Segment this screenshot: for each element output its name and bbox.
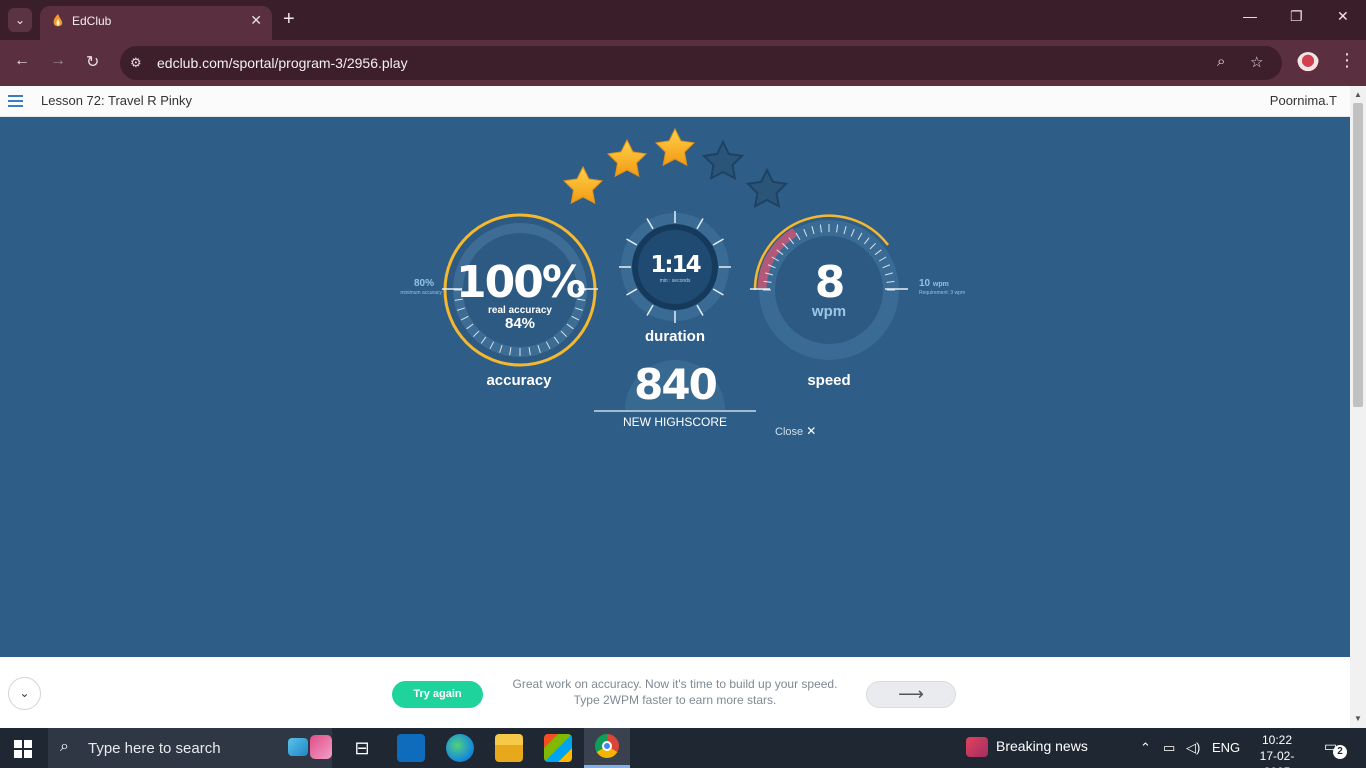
tray-chevron-icon[interactable]: ⌃	[1140, 740, 1151, 756]
language-indicator[interactable]: ENG	[1212, 740, 1240, 755]
forward-icon[interactable]: →	[50, 52, 66, 70]
app-header: Lesson 72: Travel R Pinky Poornima.T	[0, 86, 1350, 117]
store-icon[interactable]	[544, 734, 572, 762]
collapse-chevron-icon[interactable]: ⌄	[8, 677, 41, 710]
min-accuracy-value: 80%	[413, 278, 434, 289]
window-close-icon[interactable]: ✕	[1337, 8, 1349, 25]
news-widget[interactable]: Breaking news	[966, 737, 1088, 757]
reload-icon[interactable]: ↻	[86, 52, 99, 72]
search-icon: ⌕	[60, 738, 69, 755]
star-filled-icon	[655, 128, 695, 166]
chrome-taskbar-button[interactable]	[584, 728, 630, 768]
outlook-icon[interactable]	[397, 734, 425, 762]
volume-icon[interactable]: ◁)	[1186, 740, 1200, 756]
user-name[interactable]: Poornima.T	[1270, 93, 1337, 108]
browser-titlebar: ⌄ EdClub ✕ + — ❐ ✕	[0, 0, 1366, 40]
notification-button[interactable]: ▭ 2	[1324, 738, 1347, 759]
speed-req-value: 10	[919, 278, 931, 289]
notification-count: 2	[1333, 745, 1347, 759]
windows-taskbar: ⌕ Type here to search ⊟ Breaking news ⌃ …	[0, 728, 1366, 768]
scroll-up-icon[interactable]: ▲	[1354, 90, 1362, 99]
speed-req-unit: wpm	[932, 281, 949, 288]
battery-icon[interactable]: ▭	[1163, 740, 1175, 756]
browser-tab[interactable]: EdClub ✕	[40, 6, 272, 40]
feedback-line-1: Great work on accuracy. Now it's time to…	[512, 677, 838, 691]
lesson-footer: ⌄ Try again Great work on accuracy. Now …	[0, 657, 1350, 728]
maximize-icon[interactable]: ❐	[1290, 8, 1303, 25]
accuracy-value: 100%	[456, 257, 586, 308]
star-icon[interactable]: ☆	[1250, 53, 1263, 71]
feedback-line-2: Type 2WPM faster to earn more stars.	[573, 693, 777, 707]
zoom-icon[interactable]: ⌕	[1217, 53, 1225, 70]
duration-label: duration	[645, 328, 705, 345]
page-scrollbar[interactable]: ▲ ▼	[1350, 86, 1366, 728]
profile-avatar[interactable]	[1297, 52, 1319, 74]
star-empty-icon	[747, 169, 787, 208]
edge-icon[interactable]	[446, 734, 474, 762]
edclub-favicon-icon	[53, 14, 63, 27]
speed-label: speed	[807, 372, 851, 389]
accuracy-readout: 100% real accuracy 84%	[455, 257, 586, 332]
taskbar-search[interactable]: ⌕ Type here to search	[48, 728, 332, 768]
site-info-icon[interactable]: ⚙	[130, 55, 146, 71]
speed-requirement: 10 wpm Requirement: 3 wpm	[919, 278, 979, 296]
highscore-label: NEW HIGHSCORE	[622, 415, 727, 429]
score-value: 840	[634, 360, 718, 409]
file-explorer-icon[interactable]	[495, 734, 523, 762]
real-accuracy-value: 84%	[504, 315, 536, 332]
address-bar[interactable]: ⚙ edclub.com/sportal/program-3/2956.play…	[120, 46, 1282, 80]
min-accuracy: 80% minimum accuracy	[372, 278, 442, 296]
browser-toolbar: ← → ↻ ⚙ edclub.com/sportal/program-3/295…	[0, 40, 1366, 86]
hamburger-menu-icon[interactable]	[8, 95, 23, 107]
duration-readout: 1:14 min : seconds	[635, 252, 715, 284]
clock-date: 17-02-2025	[1259, 749, 1295, 768]
news-icon	[966, 737, 988, 757]
accuracy-label: accuracy	[486, 372, 552, 389]
speed-readout: 8 wpm	[779, 257, 879, 321]
scroll-down-icon[interactable]: ▼	[1354, 714, 1362, 723]
puzzle-icon	[288, 738, 308, 756]
star-filled-icon	[607, 139, 647, 177]
close-button[interactable]: Close ✕	[775, 424, 816, 438]
close-label: Close	[775, 426, 804, 438]
speed-req-label: Requirement: 3 wpm	[919, 290, 966, 296]
news-text: Breaking news	[996, 738, 1088, 754]
task-view-icon[interactable]: ⊟	[348, 734, 376, 762]
tab-search-button[interactable]: ⌄	[8, 8, 32, 32]
windows-start-icon[interactable]	[14, 740, 32, 758]
close-x-icon: ✕	[806, 424, 817, 438]
menu-icon[interactable]: ⋮	[1338, 50, 1356, 71]
star-empty-icon	[703, 141, 743, 180]
scroll-thumb[interactable]	[1353, 103, 1363, 407]
duration-value: 1:14	[650, 252, 701, 278]
minimize-icon[interactable]: —	[1243, 8, 1257, 24]
tab-title: EdClub	[72, 14, 112, 28]
min-accuracy-label: minimum accuracy	[400, 290, 442, 296]
star-filled-icon	[563, 166, 603, 204]
url-text[interactable]: edclub.com/sportal/program-3/2956.play	[157, 55, 408, 71]
lesson-title: Lesson 72: Travel R Pinky	[41, 93, 193, 108]
results-panel: 100% real accuracy 84% accuracy 80% mini…	[0, 117, 1350, 657]
back-icon[interactable]: ←	[14, 52, 30, 70]
close-icon[interactable]: ✕	[250, 12, 262, 29]
try-again-button[interactable]: Try again	[392, 681, 483, 708]
chrome-icon	[595, 734, 619, 758]
speed-value: 8	[814, 257, 846, 308]
system-clock[interactable]: 10:22 17-02-2025	[1248, 732, 1306, 768]
clock-time: 10:22	[1261, 733, 1293, 747]
search-highlight-icon	[310, 735, 332, 759]
duration-unit: min : seconds	[659, 278, 691, 284]
new-tab-icon[interactable]: +	[283, 8, 295, 30]
speed-unit: wpm	[811, 303, 847, 320]
feedback-message: Great work on accuracy. Now it's time to…	[500, 676, 850, 708]
star-rating	[563, 128, 787, 208]
next-arrow-button[interactable]: ⟶	[866, 681, 956, 708]
search-placeholder: Type here to search	[88, 740, 221, 757]
